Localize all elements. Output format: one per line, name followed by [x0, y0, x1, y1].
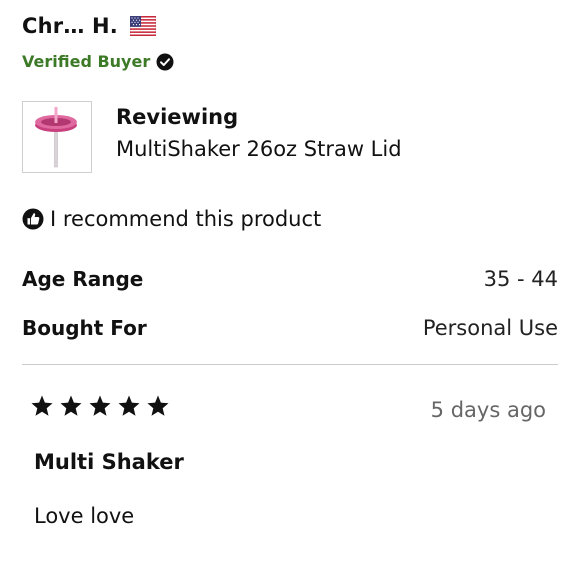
check-circle-icon — [156, 53, 174, 70]
recommendation: I recommend this product — [22, 207, 321, 231]
star-icon — [118, 395, 140, 416]
reviewed-product: Reviewing MultiShaker 26oz Straw Lid — [22, 101, 402, 173]
divider — [22, 364, 558, 365]
attribute-age-range: Age Range 35 - 44 — [22, 267, 558, 291]
attribute-label: Age Range — [22, 267, 144, 291]
star-icon — [31, 395, 53, 416]
attribute-label: Bought For — [22, 316, 147, 340]
reviewer-name: Chr… H. — [22, 14, 118, 38]
star-icon — [60, 395, 82, 416]
attribute-bought-for: Bought For Personal Use — [22, 316, 558, 340]
star-rating — [30, 394, 175, 418]
product-name[interactable]: MultiShaker 26oz Straw Lid — [116, 137, 402, 161]
reviewing-label: Reviewing — [116, 105, 239, 129]
verified-buyer-badge: Verified Buyer — [22, 52, 174, 71]
attribute-value: Personal Use — [422, 316, 558, 340]
star-icon — [89, 395, 111, 416]
review-title: Multi Shaker — [34, 450, 184, 474]
verified-buyer-label: Verified Buyer — [22, 52, 151, 71]
thumbs-up-icon — [22, 208, 44, 230]
reviewer-header: Chr… H. — [22, 14, 156, 38]
us-flag-icon — [129, 16, 156, 36]
review-date: 5 days ago — [430, 398, 546, 422]
attribute-value: 35 - 44 — [483, 267, 558, 291]
recommend-text: I recommend this product — [50, 207, 322, 231]
review-body: Love love — [34, 504, 135, 528]
product-thumbnail[interactable] — [22, 101, 92, 173]
star-icon — [147, 395, 169, 416]
straw-lid-product-image — [35, 107, 77, 168]
